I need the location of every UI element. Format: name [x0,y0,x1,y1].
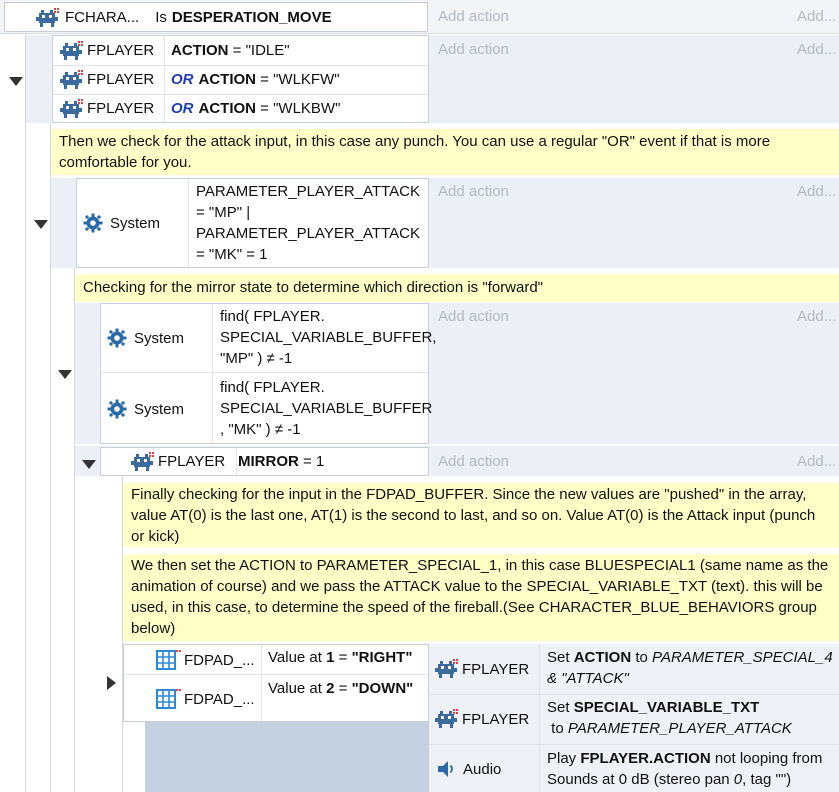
sprite-object-icon [60,69,83,89]
condition-group-fdpad: FDPAD_... Value at 1 = "RIGHT" FDPAD_...… [123,644,429,722]
fdpad-blue-fill [145,722,429,792]
sprite-object-icon [435,659,458,678]
object-name: System [134,329,185,347]
gear-icon [107,328,127,348]
condition-prefix: Is [155,8,167,26]
nest-panel-3 [51,268,75,792]
add-action-link[interactable]: Add action [438,8,509,25]
chevron-down-icon [58,370,72,379]
sprite-object-icon [60,40,83,60]
condition-or: OR [171,71,194,88]
action-set-action[interactable]: Set ACTION to PARAMETER_SPECIAL_4 & "ATT… [547,647,835,689]
object-name: System [110,214,161,232]
add-more-link[interactable]: Add... [797,453,836,470]
add-action-link[interactable]: Add action [438,453,509,470]
condition-rest: = "WLKBW" [256,100,341,117]
speaker-icon [437,760,453,778]
collapse-toggle-5[interactable] [107,676,116,694]
action-object[interactable]: FPLAYER [434,658,529,680]
condition-object[interactable]: System [107,399,184,419]
add-more-link[interactable]: Add... [797,8,836,25]
object-name: FPLAYER [87,71,155,88]
condition-group-find: System find( FPLAYER. SPECIAL_VARIABLE_B… [100,303,436,444]
gear-icon [107,399,127,419]
condition-row[interactable]: FPLAYER OR ACTION = "WLKFW" [53,65,428,94]
condition-field: ACTION [171,42,229,59]
chevron-down-icon [82,460,96,469]
condition-object[interactable]: FDPAD_... [156,688,255,710]
condition-expression[interactable]: Value at 2 = "DOWN" [268,678,418,699]
action-play-sound[interactable]: Play FPLAYER.ACTION not looping from Sou… [547,748,837,790]
condition-expression[interactable]: Value at 1 = "RIGHT" [268,649,412,666]
condition-mirror[interactable]: FPLAYER MIRROR = 1 [100,447,429,476]
object-name: FPLAYER [158,453,226,470]
condition-group-attack: System PARAMETER_PLAYER_ATTACK = "MP" | … [76,178,429,268]
chevron-down-icon [34,220,48,229]
object-name: FPLAYER [87,42,155,59]
object-name: FCHARA... [65,8,140,26]
comment-set-action[interactable]: We then set the ACTION to PARAMETER_SPEC… [123,554,839,641]
nest-panel-1 [0,34,26,792]
object-name: FPLAYER [87,100,155,117]
condition-row[interactable]: FPLAYER OR ACTION = "WLKBW" [53,94,428,123]
add-action-link[interactable]: Add action [438,41,509,58]
gear-icon [83,213,103,233]
add-action-link[interactable]: Add action [438,308,509,325]
condition-field: ACTION [198,71,257,88]
condition-expression[interactable]: find( FPLAYER. SPECIAL_VARIABLE_BUFFER, … [220,306,436,369]
add-more-link[interactable]: Add... [797,41,836,58]
array-grid-icon [156,649,182,670]
action-set-variable[interactable]: Set SPECIAL_VARIABLE_TXT to PARAMETER_PL… [547,697,835,739]
condition-object[interactable]: System [107,328,184,348]
object-name: FPLAYER [462,660,530,678]
object-name: FDPAD_... [184,690,255,708]
add-more-link[interactable]: Add... [797,308,836,325]
condition-or: OR [171,100,194,117]
condition-name: DESPERATION_MOVE [171,8,332,26]
sprite-object-icon [435,709,458,728]
action-object[interactable]: Audio [436,759,501,779]
object-name: Audio [463,760,502,778]
condition-expression[interactable]: PARAMETER_PLAYER_ATTACK = "MP" | PARAMET… [196,181,424,265]
nest-panel-4 [75,476,123,792]
object-name: System [134,400,185,418]
object-name: FDPAD_... [184,651,255,669]
comment-mirror-state[interactable]: Checking for the mirror state to determi… [75,274,839,302]
collapse-toggle-3[interactable] [58,366,72,383]
comment-attack-input[interactable]: Then we check for the attack input, in t… [51,129,839,175]
collapse-toggle-1[interactable] [9,73,23,90]
condition-row[interactable]: FPLAYER ACTION = "IDLE" [53,36,428,65]
collapse-toggle-2[interactable] [34,216,48,233]
add-action-link[interactable]: Add action [438,183,509,200]
chevron-down-icon [9,77,23,86]
condition-field: ACTION [198,100,257,117]
chevron-right-icon [107,676,116,690]
sprite-object-icon [36,8,59,27]
condition-rest: = 1 [298,453,325,470]
condition-object[interactable]: FDPAD_... [156,649,255,671]
sprite-object-icon [60,98,83,118]
condition-object[interactable]: System [83,213,160,233]
comment-fdpad-buffer[interactable]: Finally checking for the input in the FD… [123,483,839,547]
condition-expression[interactable]: find( FPLAYER. SPECIAL_VARIABLE_BUFFER ,… [220,377,432,440]
condition-desperation-move[interactable]: FCHARA... Is DESPERATION_MOVE [4,2,428,32]
object-name: FPLAYER [462,710,530,728]
condition-group-action-or: FPLAYER ACTION = "IDLE" FPLAYER OR ACTIO… [52,35,429,123]
add-more-link[interactable]: Add... [797,183,836,200]
condition-field: MIRROR [238,453,299,470]
array-grid-icon [156,688,182,709]
collapse-toggle-4[interactable] [82,456,96,473]
event-row-desperation: FCHARA... Is DESPERATION_MOVE Add action… [0,0,839,34]
condition-rest: = "WLKFW" [256,71,340,88]
condition-rest: = "IDLE" [228,42,290,59]
sprite-object-icon [131,451,154,471]
action-object[interactable]: FPLAYER [434,708,529,730]
